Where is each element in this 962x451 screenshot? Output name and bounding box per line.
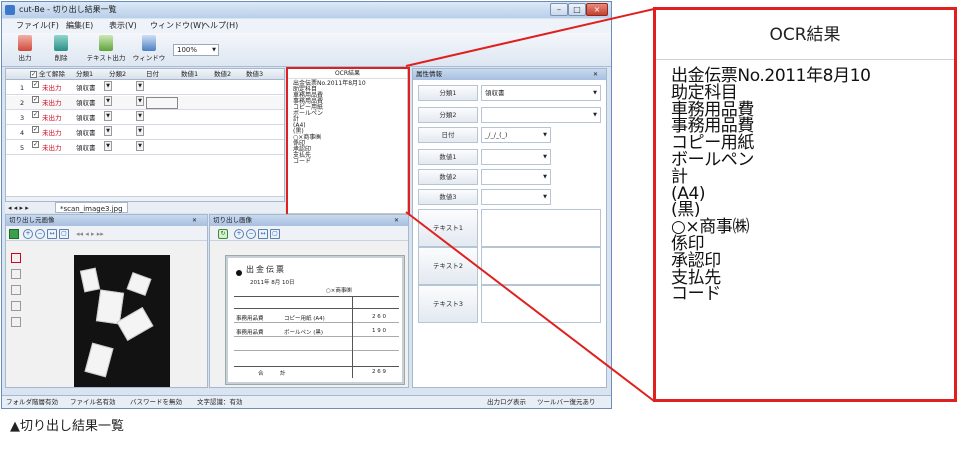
zoom-ocr-lines: 出金伝票No.2011年8月10 助定科目 車務用品費 事務用品費 コピー用紙 …: [671, 66, 871, 305]
zoom-ocr-title: OCR結果: [656, 10, 954, 60]
callout-line-bottom: [405, 211, 655, 402]
figure-caption: ▲切り出し結果一覧: [10, 419, 124, 434]
callout-line-top: [405, 8, 655, 67]
ocr-zoom-callout: OCR結果 出金伝票No.2011年8月10 助定科目 車務用品費 事務用品費 …: [653, 7, 957, 402]
